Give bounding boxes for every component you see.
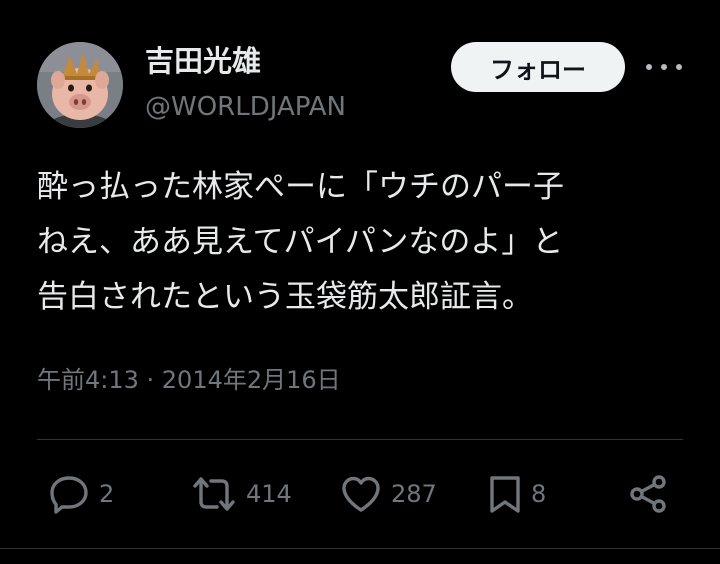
retweet-icon bbox=[193, 477, 235, 511]
author-handle[interactable]: @WORLDJAPAN bbox=[145, 90, 346, 124]
bookmark-button[interactable]: 8 bbox=[488, 474, 546, 514]
pig-avatar-icon bbox=[37, 42, 123, 128]
share-button[interactable] bbox=[628, 474, 670, 514]
like-button[interactable]: 287 bbox=[340, 474, 437, 514]
more-icon[interactable] bbox=[646, 57, 682, 77]
reply-icon bbox=[50, 476, 88, 514]
tweet-text-line: ねえ、ああ見えてパイパンなのよ」と bbox=[37, 224, 564, 260]
like-icon bbox=[342, 476, 380, 512]
more-dot bbox=[646, 64, 652, 70]
author-display-name[interactable]: 吉田光雄 bbox=[145, 42, 261, 80]
tweet-text-line: 酔っ払った林家ぺーに「ウチのパー子 bbox=[37, 169, 564, 205]
bottom-divider bbox=[0, 548, 720, 549]
tweet-text: 酔っ払った林家ぺーに「ウチのパー子 ねえ、ああ見えてパイパンなのよ」と 告白され… bbox=[37, 160, 687, 325]
follow-button[interactable]: フォロー bbox=[451, 42, 625, 92]
bookmark-icon bbox=[490, 476, 520, 513]
retweet-button[interactable]: 414 bbox=[191, 474, 292, 514]
bookmark-count: 8 bbox=[531, 480, 547, 508]
divider bbox=[37, 439, 683, 440]
share-icon bbox=[630, 475, 666, 513]
more-dot bbox=[676, 64, 682, 70]
retweet-count: 414 bbox=[246, 480, 292, 508]
avatar[interactable] bbox=[37, 42, 123, 128]
tweet-timestamp[interactable]: 午前4:13 · 2014年2月16日 bbox=[37, 362, 341, 398]
reply-button[interactable]: 2 bbox=[48, 474, 114, 514]
like-count: 287 bbox=[391, 480, 437, 508]
reply-count: 2 bbox=[99, 480, 115, 508]
tweet-text-line: 告白されたという玉袋筋太郎証言。 bbox=[37, 279, 533, 315]
more-dot bbox=[661, 64, 667, 70]
